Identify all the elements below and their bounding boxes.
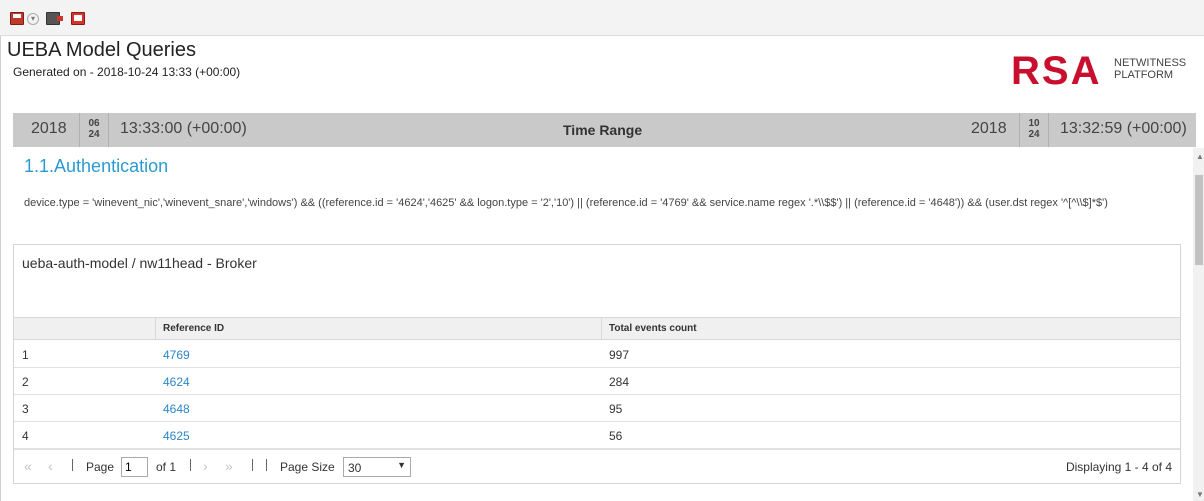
events-count: 997	[609, 348, 630, 362]
logo-line1: NETWITNESS	[1114, 57, 1187, 69]
reference-id-link[interactable]: 4769	[163, 348, 190, 362]
page-title: UEBA Model Queries	[7, 39, 196, 61]
prev-page-icon[interactable]: ‹	[48, 458, 53, 474]
scroll-down-icon[interactable]: ▼	[1196, 490, 1204, 499]
page-number-input[interactable]	[121, 457, 148, 477]
page-label: Page	[86, 460, 115, 474]
events-count: 56	[609, 429, 623, 443]
results-panel: ueba-auth-model / nw11head - Broker Refe…	[13, 244, 1181, 484]
vertical-scrollbar[interactable]: ▲ ▼	[1193, 148, 1204, 501]
events-count: 284	[609, 375, 630, 389]
scrollbar-thumb[interactable]	[1195, 175, 1203, 265]
reference-id-link[interactable]: 4624	[163, 375, 190, 389]
logo-subtitle: NETWITNESS PLATFORM	[1114, 57, 1186, 81]
save-icon[interactable]	[10, 12, 24, 25]
table-row: 4 4625 56	[14, 422, 1180, 449]
end-time: 13:32:59 (+00:00)	[1060, 120, 1187, 137]
report-page: UEBA Model Queries Generated on - 2018-1…	[0, 36, 1204, 501]
end-day: 24	[1028, 129, 1040, 140]
pagination-bar: « ‹ Page of 1 › » Page Size 30 ▼ Display…	[14, 449, 1180, 483]
page-size-label: Page Size	[280, 460, 335, 474]
pager-divider	[190, 459, 191, 471]
page-count-label: of 1	[156, 460, 177, 474]
events-count: 95	[609, 402, 623, 416]
report-toolbar: ▾	[0, 0, 1204, 36]
reference-id-link[interactable]: 4625	[163, 429, 190, 443]
close-icon[interactable]	[71, 12, 85, 25]
column-divider	[155, 318, 156, 340]
displaying-count: Displaying 1 - 4 of 4	[1065, 460, 1172, 474]
logo-brand: RSA	[1011, 49, 1102, 93]
page-size-select[interactable]: 30 ▼	[343, 457, 411, 477]
page-size-value: 30	[348, 461, 362, 475]
chevron-down-icon: ▼	[397, 460, 406, 470]
row-index: 4	[22, 429, 29, 443]
time-range-bar: 2018 06 24 13:33:00 (+00:00) Time Range …	[13, 113, 1196, 147]
column-header-reference-id[interactable]: Reference ID	[163, 323, 224, 334]
time-range-label: Time Range	[563, 122, 643, 138]
first-page-icon[interactable]: «	[24, 458, 32, 474]
row-index: 3	[22, 402, 29, 416]
table-header: Reference ID Total events count	[14, 317, 1180, 340]
table-row: 3 4648 95	[14, 395, 1180, 422]
pager-divider	[266, 459, 267, 471]
dropdown-icon[interactable]: ▾	[27, 13, 39, 25]
table-row: 1 4769 997	[14, 341, 1180, 368]
start-year: 2018	[31, 120, 67, 137]
generated-timestamp: Generated on - 2018-10-24 13:33 (+00:00)	[13, 65, 241, 79]
table-row: 2 4624 284	[14, 368, 1180, 395]
last-page-icon[interactable]: »	[225, 458, 233, 474]
query-text: device.type = 'winevent_nic','winevent_s…	[24, 197, 1108, 209]
logo-line2: PLATFORM	[1114, 69, 1174, 81]
next-page-icon[interactable]: ›	[203, 458, 208, 474]
section-title: 1.1.Authentication	[24, 156, 169, 176]
report-content[interactable]: 1.1.Authentication device.type = 'wineve…	[1, 148, 1204, 501]
end-month-day: 10 24	[1019, 113, 1049, 147]
reference-id-link[interactable]: 4648	[163, 402, 190, 416]
end-month: 10	[1028, 118, 1040, 129]
column-header-total-events[interactable]: Total events count	[609, 323, 697, 334]
start-time: 13:33:00 (+00:00)	[120, 120, 247, 137]
start-month-day: 06 24	[79, 113, 109, 147]
start-month: 06	[88, 118, 100, 129]
row-index: 1	[22, 348, 29, 362]
scroll-up-icon[interactable]: ▲	[1196, 152, 1204, 161]
start-day: 24	[88, 129, 100, 140]
column-divider	[601, 318, 602, 340]
export-icon[interactable]	[46, 12, 63, 25]
row-index: 2	[22, 375, 29, 389]
panel-title: ueba-auth-model / nw11head - Broker	[22, 255, 257, 271]
pager-divider	[72, 459, 73, 471]
end-year: 2018	[971, 120, 1007, 137]
pager-divider	[252, 459, 253, 471]
rsa-logo: RSA NETWITNESS PLATFORM	[1011, 49, 1196, 93]
